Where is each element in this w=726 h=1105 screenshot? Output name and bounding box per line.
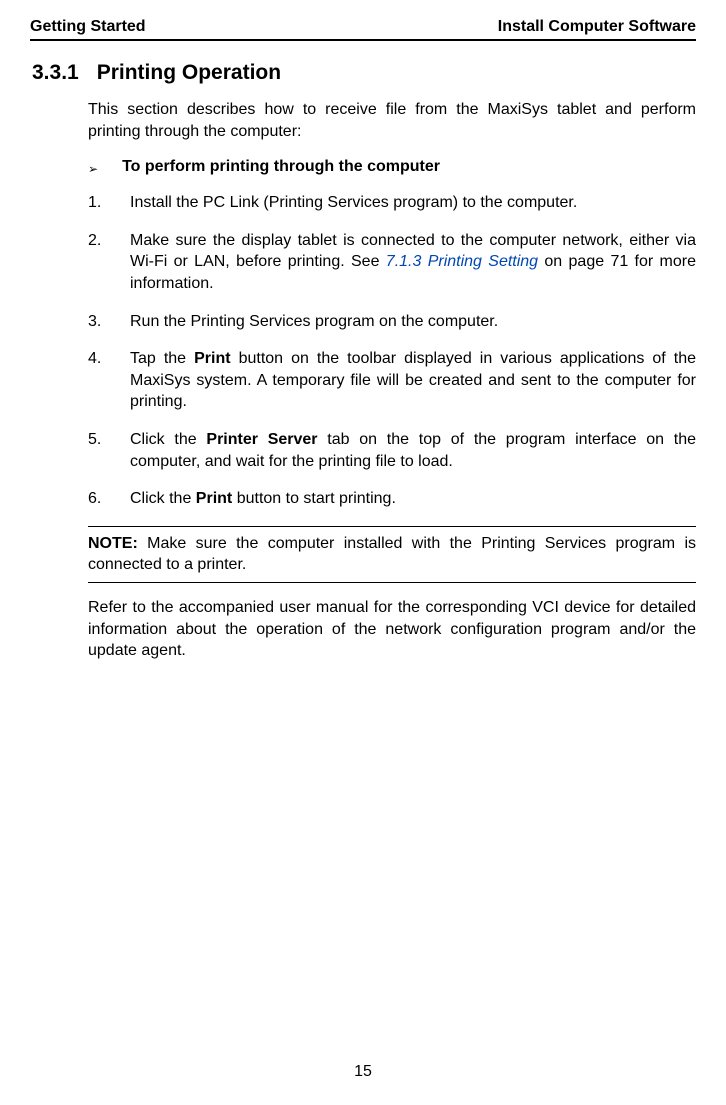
header-right: Install Computer Software (498, 18, 696, 36)
list-number: 5. (88, 429, 130, 472)
list-number: 6. (88, 488, 130, 510)
arrow-icon: ➢ (88, 162, 98, 176)
list-item: 6. Click the Print button to start print… (88, 488, 696, 510)
list-body: Run the Printing Services program on the… (130, 311, 696, 333)
page-header: Getting Started Install Computer Softwar… (30, 18, 696, 41)
section-heading: 3.3.1 Printing Operation (32, 61, 696, 85)
bold-term: Print (196, 490, 232, 507)
list-body: Tap the Print button on the toolbar disp… (130, 348, 696, 413)
list-number: 1. (88, 192, 130, 214)
list-body: Click the Print button to start printing… (130, 488, 696, 510)
page-number: 15 (0, 1063, 726, 1081)
list-item: 2. Make sure the display tablet is conne… (88, 230, 696, 295)
note-text: Make sure the computer installed with th… (88, 535, 696, 574)
list-number: 4. (88, 348, 130, 413)
list-body: Make sure the display tablet is connecte… (130, 230, 696, 295)
list-item: 3. Run the Printing Services program on … (88, 311, 696, 333)
section-title: Printing Operation (97, 61, 281, 84)
ordered-list: 1. Install the PC Link (Printing Service… (88, 192, 696, 510)
intro-paragraph: This section describes how to receive fi… (88, 99, 696, 142)
closing-paragraph: Refer to the accompanied user manual for… (88, 597, 696, 662)
bold-term: Print (194, 350, 230, 367)
subheading-text: To perform printing through the computer (122, 158, 440, 176)
list-number: 3. (88, 311, 130, 333)
subheading-row: ➢ To perform printing through the comput… (88, 158, 696, 176)
list-body: Install the PC Link (Printing Services p… (130, 192, 696, 214)
bold-term: Printer Server (206, 431, 317, 448)
note-block: NOTE: Make sure the computer installed w… (88, 526, 696, 583)
list-number: 2. (88, 230, 130, 295)
list-item: 4. Tap the Print button on the toolbar d… (88, 348, 696, 413)
note-label: NOTE: (88, 535, 138, 552)
cross-reference-link[interactable]: 7.1.3 Printing Setting (386, 253, 538, 270)
list-body: Click the Printer Server tab on the top … (130, 429, 696, 472)
list-item: 1. Install the PC Link (Printing Service… (88, 192, 696, 214)
header-left: Getting Started (30, 18, 146, 36)
section-number: 3.3.1 (32, 61, 79, 85)
list-item: 5. Click the Printer Server tab on the t… (88, 429, 696, 472)
